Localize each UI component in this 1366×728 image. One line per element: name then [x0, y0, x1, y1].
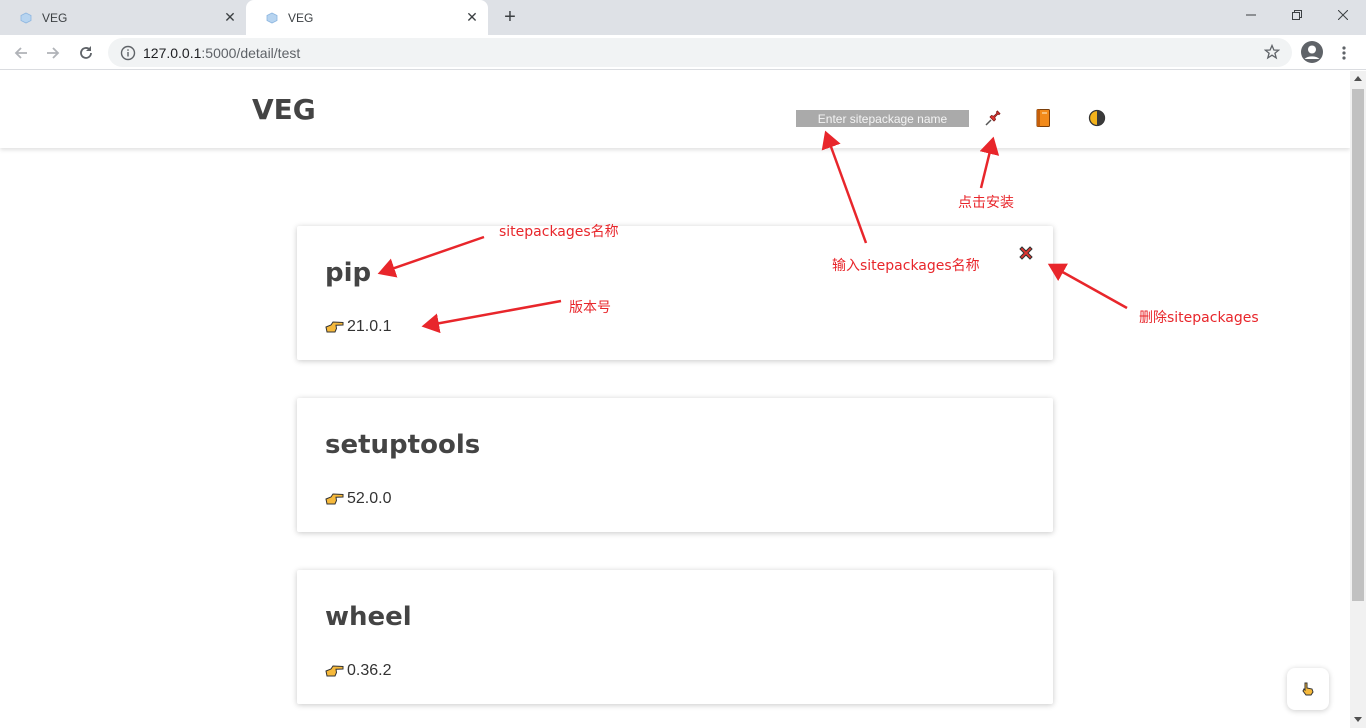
floating-action-button[interactable]	[1287, 668, 1329, 710]
package-version: 21.0.1	[325, 318, 391, 336]
back-arrow-icon[interactable]	[9, 41, 33, 65]
info-icon[interactable]	[120, 45, 136, 61]
browser-tab-strip: VEG ✕ VEG ✕ +	[0, 0, 1366, 35]
package-card: setuptools 52.0.0	[297, 398, 1053, 532]
sitepackage-search-input[interactable]	[796, 110, 969, 127]
version-text: 52.0.0	[347, 490, 392, 507]
close-window-icon[interactable]	[1320, 0, 1366, 30]
package-version: 0.36.2	[325, 662, 391, 680]
close-tab-icon[interactable]: ✕	[220, 8, 240, 28]
package-version: 52.0.0	[325, 490, 391, 508]
package-card: pip 21.0.1	[297, 226, 1053, 360]
scroll-down-arrow-icon[interactable]	[1354, 717, 1362, 722]
cube-favicon-icon	[20, 12, 32, 24]
page-viewport: VEG pip 21.0	[0, 71, 1350, 728]
delete-package-icon[interactable]	[1018, 245, 1034, 261]
annotation-package-name: sitepackages名称	[499, 224, 619, 240]
package-name: wheel	[325, 602, 412, 632]
version-text: 0.36.2	[347, 662, 392, 679]
version-text: 21.0.1	[347, 318, 392, 335]
package-card: wheel 0.36.2	[297, 570, 1053, 704]
book-icon[interactable]	[1032, 107, 1054, 129]
site-header: VEG	[0, 71, 1350, 148]
theme-toggle-icon[interactable]	[1086, 107, 1108, 129]
scroll-up-arrow-icon[interactable]	[1354, 76, 1362, 81]
close-tab-icon[interactable]: ✕	[462, 8, 482, 28]
tab-title: VEG	[42, 10, 68, 25]
browser-menu-icon[interactable]	[1332, 41, 1356, 65]
url-path: :5000/detail/test	[201, 44, 301, 61]
scrollbar-thumb[interactable]	[1352, 89, 1364, 601]
annotation-delete: 删除sitepackages	[1139, 310, 1259, 326]
pointing-hand-icon	[325, 491, 345, 507]
profile-avatar-icon[interactable]	[1300, 40, 1324, 64]
forward-arrow-icon[interactable]	[41, 41, 65, 65]
restore-window-icon[interactable]	[1274, 0, 1320, 30]
pointing-hand-icon	[325, 319, 345, 335]
pushpin-icon[interactable]	[982, 107, 1004, 129]
browser-toolbar: 127.0.0.1:5000/detail/test	[0, 35, 1366, 70]
new-tab-button[interactable]: +	[498, 5, 522, 29]
bookmark-star-icon[interactable]	[1263, 43, 1281, 60]
site-brand[interactable]: VEG	[252, 93, 316, 126]
arrow-to-delete	[1047, 263, 1128, 310]
pointer-hand-icon	[1302, 682, 1314, 696]
cube-favicon-icon	[266, 12, 278, 24]
address-bar[interactable]: 127.0.0.1:5000/detail/test	[108, 38, 1292, 67]
reload-icon[interactable]	[74, 41, 98, 65]
package-name: pip	[325, 258, 372, 288]
annotation-install: 点击安装	[958, 195, 1014, 211]
url-host: 127.0.0.1	[143, 44, 202, 61]
pointing-hand-icon	[325, 663, 345, 679]
minimize-window-icon[interactable]	[1228, 0, 1274, 30]
annotation-input-name: 输入sitepackages名称	[832, 258, 980, 274]
browser-tab-active[interactable]: VEG ✕	[246, 0, 488, 35]
package-name: setuptools	[325, 430, 481, 460]
annotation-version: 版本号	[569, 300, 611, 316]
vertical-scrollbar[interactable]	[1350, 71, 1366, 728]
browser-tab[interactable]: VEG ✕	[0, 0, 246, 35]
tab-title: VEG	[288, 10, 314, 25]
